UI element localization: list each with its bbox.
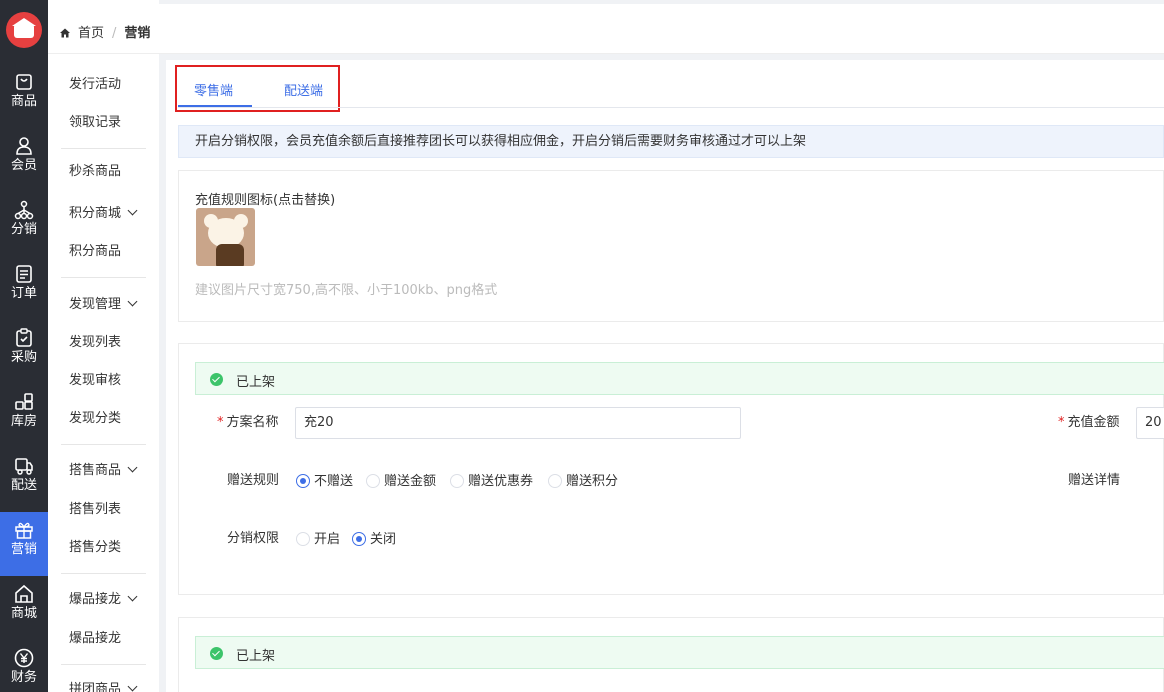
main-content: 零售端 配送端 开启分销权限，会员充值余额后直接推荐团长可以获得相应佣金，开启分… [166, 60, 1164, 692]
submenu-item[interactable]: 发现审核 [69, 371, 121, 391]
chevron-down-icon [127, 591, 138, 602]
upload-hint: 建议图片尺寸宽750,高不限、小于100kb、png格式 [195, 283, 498, 298]
submenu-group-label: 搭售商品 [69, 463, 122, 478]
submenu-item[interactable]: 秒杀商品 [69, 162, 121, 182]
plan-card: 已上架 [178, 617, 1164, 692]
submenu-item[interactable]: 搭售分类 [69, 538, 121, 558]
submenu-group-points-mall[interactable]: 积分商城 [69, 204, 138, 224]
tabs-divider [178, 107, 1164, 108]
rail-label: 采购 [10, 350, 37, 365]
breadcrumb-separator: / [112, 26, 117, 41]
submenu-group-label: 发现管理 [69, 297, 122, 312]
user-icon [16, 137, 32, 155]
rail-item-warehouse[interactable]: 库房 [0, 384, 48, 448]
submenu-divider [61, 664, 146, 665]
rail-label: 商品 [10, 94, 37, 109]
submenu-item[interactable]: 发行活动 [69, 75, 121, 95]
rail-item-delivery[interactable]: 配送 [0, 448, 48, 512]
bag-icon [16, 74, 32, 90]
submenu-item[interactable]: 发现分类 [69, 409, 121, 429]
check-circle-icon [210, 373, 223, 386]
submenu-group-bundle[interactable]: 搭售商品 [69, 461, 138, 481]
chevron-down-icon [127, 462, 138, 473]
plan-name-label: * 方案名称 [217, 415, 279, 430]
tab-retail[interactable]: 零售端 [194, 80, 233, 99]
submenu-group-label: 拼团商品 [69, 682, 122, 692]
rail-item-marketing[interactable]: 营销 [0, 512, 48, 576]
rail-label: 营销 [10, 542, 37, 557]
order-icon [16, 265, 32, 283]
submenu-item[interactable]: 积分商品 [69, 242, 121, 262]
rail-item-goods[interactable]: 商品 [0, 64, 48, 128]
app-logo[interactable] [6, 12, 42, 48]
chevron-down-icon [127, 296, 138, 307]
radio-gift-coupon[interactable]: 赠送优惠券 [450, 474, 533, 490]
status-text: 已上架 [236, 649, 276, 664]
submenu-group-discover[interactable]: 发现管理 [69, 295, 138, 315]
distribution-label: 分销权限 [227, 531, 280, 546]
gift-detail-label: 赠送详情 [1068, 473, 1121, 488]
rule-icon-image[interactable] [196, 208, 255, 266]
rail-label: 分销 [10, 222, 37, 237]
rail-label: 财务 [10, 670, 37, 685]
rail-item-purchase[interactable]: 采购 [0, 320, 48, 384]
rail-item-orders[interactable]: 订单 [0, 256, 48, 320]
rail-label: 库房 [10, 414, 37, 429]
status-bar: 已上架 [195, 636, 1164, 669]
breadcrumb-current: 营销 [124, 26, 151, 41]
gift-rule-label: 赠送规则 [227, 473, 280, 488]
submenu-group-group-buy[interactable]: 拼团商品 [69, 680, 138, 692]
tab-delivery[interactable]: 配送端 [284, 80, 323, 99]
tree-icon [14, 200, 34, 220]
top-header: 首页 / 营销 [48, 4, 1164, 54]
radio-gift-amount[interactable]: 赠送金额 [366, 474, 436, 490]
chevron-down-icon [127, 205, 138, 216]
clipboard-icon [16, 328, 32, 347]
rail-label: 商城 [10, 606, 37, 621]
notice-banner: 开启分销权限，会员充值余额后直接推荐团长可以获得相应佣金，开启分销后需要财务审核… [178, 125, 1164, 158]
status-bar: 已上架 [195, 362, 1164, 395]
amount-label: * 充值金额 [1058, 415, 1120, 430]
rail-label: 订单 [10, 286, 37, 301]
submenu-divider [61, 277, 146, 278]
submenu-group-label: 爆品接龙 [69, 592, 122, 607]
rail-item-members[interactable]: 会员 [0, 128, 48, 192]
yen-icon [14, 648, 34, 668]
chevron-down-icon [127, 681, 138, 692]
submenu-item[interactable]: 发现列表 [69, 333, 121, 353]
breadcrumb-home[interactable]: 首页 [78, 26, 104, 41]
icon-upload-card: 充值规则图标(点击替换) 建议图片尺寸宽750,高不限、小于100kb、png格… [178, 170, 1164, 322]
breadcrumb: 首页 / 营销 [60, 22, 150, 41]
icon-card-title: 充值规则图标(点击替换) [195, 193, 336, 208]
submenu-divider [61, 573, 146, 574]
gift-icon [15, 522, 33, 539]
sub-menu: 发行活动 领取记录 秒杀商品 积分商城 积分商品 发现管理 发现列表 发现审核 … [48, 0, 159, 692]
plan-name-input[interactable]: 充20 [295, 407, 741, 439]
submenu-divider [61, 148, 146, 149]
radio-dist-off[interactable]: 关闭 [352, 532, 396, 548]
submenu-group-hot-chain[interactable]: 爆品接龙 [69, 590, 138, 610]
rail-item-distribution[interactable]: 分销 [0, 192, 48, 256]
submenu-item[interactable]: 领取记录 [69, 113, 121, 133]
grid-icon [15, 393, 33, 410]
home-icon [60, 28, 70, 38]
radio-gift-points[interactable]: 赠送积分 [548, 474, 618, 490]
rail-label: 会员 [10, 158, 37, 173]
icon-rail: 商品 会员 分销 订单 采购 库房 配送 营销 商城 财务 [0, 0, 48, 692]
home-icon [15, 584, 33, 603]
radio-no-gift[interactable]: 不赠送 [296, 474, 353, 490]
submenu-divider [61, 444, 146, 445]
truck-icon [15, 458, 33, 475]
rail-item-finance[interactable]: 财务 [0, 640, 48, 692]
rail-item-mall[interactable]: 商城 [0, 576, 48, 640]
amount-input[interactable]: 20 [1136, 407, 1164, 439]
submenu-group-label: 积分商城 [69, 206, 122, 221]
radio-dist-on[interactable]: 开启 [296, 532, 340, 548]
plan-card: 已上架 * 方案名称 充20 * 充值金额 20 赠送规则 不赠送 赠送金额 赠送优… [178, 343, 1164, 595]
submenu-item[interactable]: 搭售列表 [69, 500, 121, 520]
rail-label: 配送 [10, 478, 37, 493]
status-text: 已上架 [236, 375, 276, 390]
submenu-item[interactable]: 爆品接龙 [69, 629, 121, 649]
check-circle-icon [210, 647, 223, 660]
